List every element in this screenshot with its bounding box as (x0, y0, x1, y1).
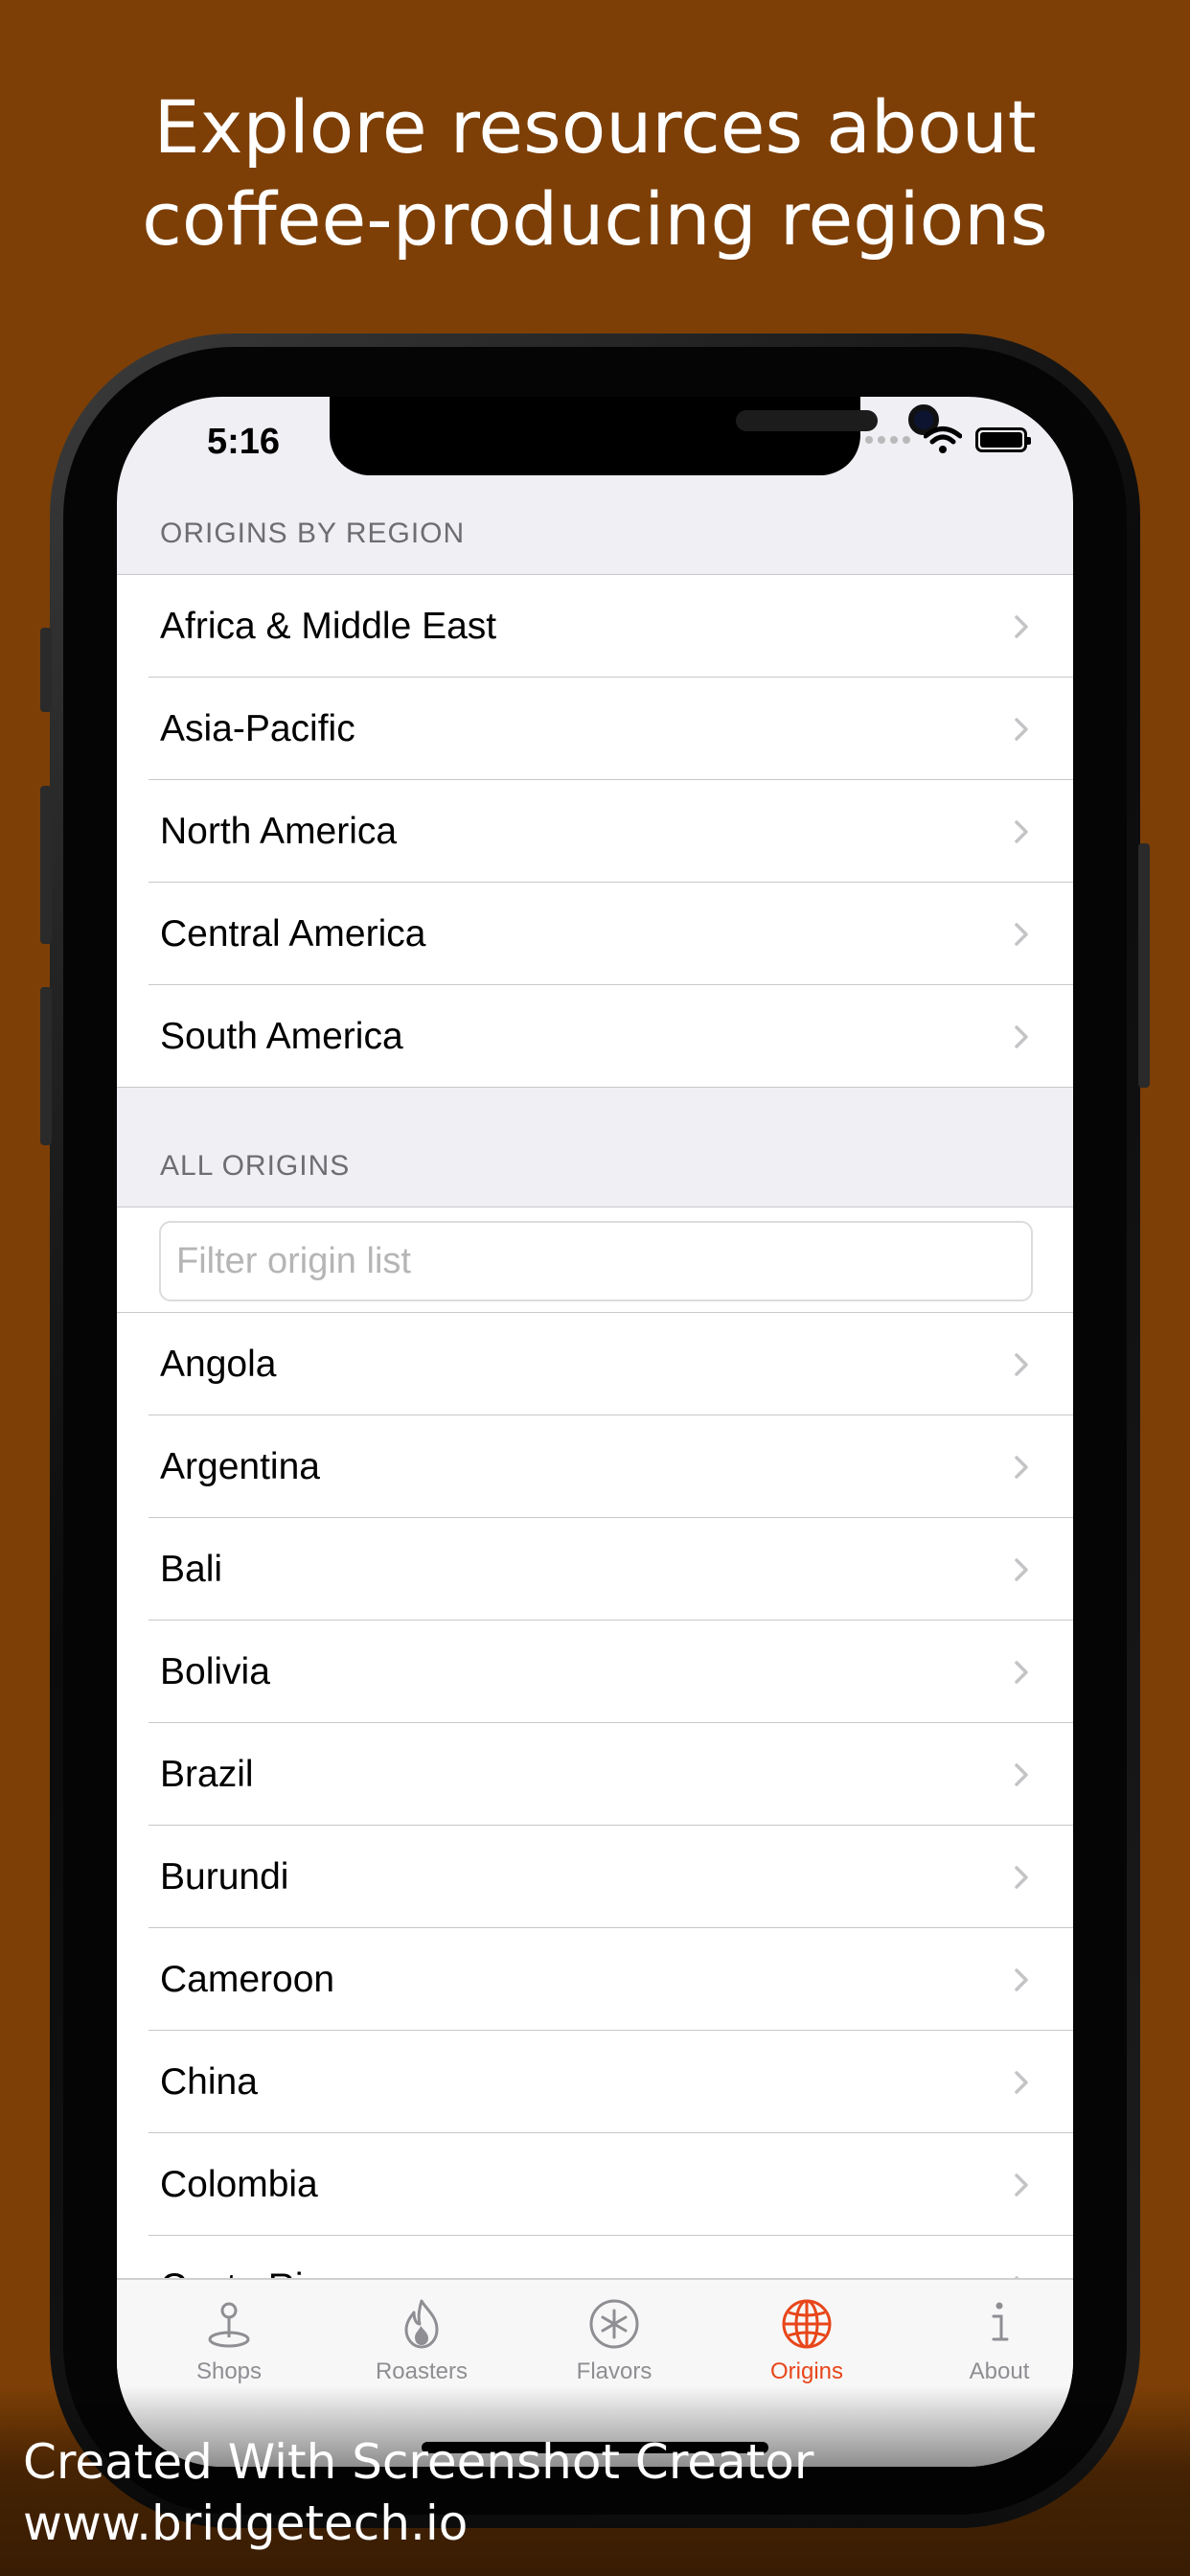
row-label: Brazil (160, 1754, 254, 1795)
section-header-regions: ORIGINS BY REGION (160, 518, 466, 549)
status-time: 5:16 (207, 422, 281, 462)
origin-row[interactable]: Angola (117, 1313, 1073, 1415)
tab-label: Shops (195, 2358, 263, 2384)
chevron-right-icon (1015, 1866, 1028, 1889)
status-icons (865, 424, 1031, 456)
chevron-right-icon (1015, 2071, 1028, 2094)
region-row-north-america[interactable]: North America (117, 780, 1073, 883)
row-label: Bali (160, 1549, 223, 1590)
row-label: Asia-Pacific (160, 708, 355, 749)
row-label: Argentina (160, 1446, 320, 1487)
chevron-right-icon (1015, 923, 1028, 946)
tab-roasters[interactable]: Roasters (326, 2280, 517, 2395)
row-label: Colombia (160, 2164, 318, 2205)
region-row-africa-middle-east[interactable]: Africa & Middle East (117, 575, 1073, 678)
row-label: Bolivia (160, 1651, 270, 1692)
chevron-right-icon (1015, 1968, 1028, 1991)
phone-screen: ORIGINS BY REGION Africa & Middle East A… (117, 397, 1073, 2467)
regions-list: Africa & Middle East Asia-Pacific North … (117, 575, 1073, 1088)
chevron-right-icon (1015, 820, 1028, 843)
section-header-all-origins: ALL ORIGINS (160, 1150, 351, 1182)
mute-switch (40, 628, 52, 712)
tab-label: Origins (769, 2358, 844, 2384)
info-icon (992, 2302, 1009, 2341)
origin-row[interactable]: China (117, 2031, 1073, 2133)
marketing-headline: Explore resources about coffee-producing… (0, 81, 1190, 265)
battery-icon (975, 427, 1031, 452)
wifi-icon (924, 426, 962, 453)
chevron-right-icon (1015, 2174, 1028, 2196)
tab-label: Roasters (375, 2358, 469, 2384)
origin-row[interactable]: Bolivia (117, 1621, 1073, 1723)
chevron-right-icon (1015, 1456, 1028, 1479)
row-label: Burundi (160, 1856, 289, 1898)
chevron-right-icon (1015, 718, 1028, 741)
power-button (1138, 843, 1150, 1088)
chevron-right-icon (1015, 1558, 1028, 1581)
all-origins-list: Angola Argentina Bali Bolivia Brazil (117, 1208, 1073, 2278)
chevron-right-icon (1015, 615, 1028, 638)
row-label: Angola (160, 1344, 277, 1385)
origin-row[interactable]: Brazil (117, 1723, 1073, 1826)
tab-flavors[interactable]: Flavors (518, 2280, 710, 2395)
region-row-central-america[interactable]: Central America (117, 883, 1073, 985)
origin-row[interactable]: Bali (117, 1518, 1073, 1621)
tab-label: About (969, 2358, 1030, 2384)
notch (330, 397, 939, 475)
row-label: Africa & Middle East (160, 606, 497, 647)
row-label: Costa Rica (160, 2236, 343, 2278)
row-label: Central America (160, 913, 426, 954)
origins-list-view[interactable]: ORIGINS BY REGION Africa & Middle East A… (117, 397, 1073, 2278)
chevron-right-icon (1015, 1763, 1028, 1786)
chevron-right-icon (1015, 1661, 1028, 1684)
filter-container (117, 1208, 1073, 1313)
headline-line-1: Explore resources about (153, 84, 1037, 170)
chevron-right-icon (1015, 1025, 1028, 1048)
watermark-line-1: Created With Screenshot Creator (23, 2434, 814, 2490)
speaker-grille (736, 410, 878, 431)
tab-origins[interactable]: Origins (711, 2280, 903, 2395)
volume-down-button (40, 987, 52, 1145)
region-row-asia-pacific[interactable]: Asia-Pacific (117, 678, 1073, 780)
watermark-line-2: www.bridgetech.io (23, 2496, 469, 2551)
row-label: China (160, 2061, 258, 2103)
row-label: South America (160, 1016, 403, 1057)
origin-row[interactable]: Argentina (117, 1415, 1073, 1518)
row-label: Cameroon (160, 1959, 335, 2000)
region-row-south-america[interactable]: South America (117, 985, 1073, 1088)
map-pin-icon (208, 2302, 250, 2348)
origin-row[interactable]: Costa Rica (117, 2236, 1073, 2278)
chevron-right-icon (1015, 1353, 1028, 1376)
volume-up-button (40, 786, 52, 944)
signal-icon (865, 436, 910, 444)
tab-about[interactable]: About (904, 2280, 1073, 2395)
headline-line-2: coffee-producing regions (142, 176, 1048, 262)
origin-row[interactable]: Burundi (117, 1826, 1073, 1928)
flame-icon (404, 2299, 439, 2349)
filter-origin-input[interactable] (159, 1221, 1033, 1301)
globe-icon (782, 2299, 832, 2349)
asterisk-icon (589, 2299, 639, 2349)
tab-label: Flavors (576, 2358, 652, 2384)
origin-row[interactable]: Cameroon (117, 1928, 1073, 2031)
origin-row[interactable]: Colombia (117, 2133, 1073, 2236)
tab-shops[interactable]: Shops (133, 2280, 325, 2395)
row-label: North America (160, 811, 398, 852)
